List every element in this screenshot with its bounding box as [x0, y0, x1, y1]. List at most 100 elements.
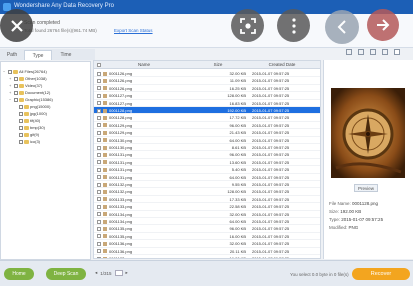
row-checkbox[interactable]	[97, 175, 101, 180]
table-row[interactable]: 0001134.png 64.00 KB 2015-01-07 09:57:25	[94, 218, 320, 226]
table-row[interactable]: 0001132.png 9.55 KB 2015-01-07 09:57:25	[94, 181, 320, 189]
row-checkbox[interactable]	[97, 182, 101, 187]
next-page-icon[interactable]: ▸	[126, 270, 128, 276]
recover-button[interactable]: Recover	[352, 268, 410, 280]
table-row[interactable]: 0001129.png 96.00 KB 2015-01-07 09:57:25	[94, 122, 320, 130]
row-checkbox[interactable]	[97, 256, 101, 258]
table-row[interactable]: 0001134.png 32.00 KB 2015-01-07 09:57:25	[94, 211, 320, 218]
row-checkbox[interactable]	[97, 249, 101, 254]
row-checkbox[interactable]	[97, 167, 101, 172]
next-image-button[interactable]	[367, 9, 399, 41]
table-row[interactable]: 0001133.png 17.33 KB 2015-01-07 09:57:25	[94, 196, 320, 204]
checkbox[interactable]	[14, 83, 18, 88]
table-row[interactable]: 0001133.png 22.58 KB 2015-01-07 09:57:25	[94, 203, 320, 211]
table-row[interactable]: 0001130.png 64.00 KB 2015-01-07 09:57:25	[94, 137, 320, 144]
row-checkbox[interactable]	[97, 108, 101, 113]
grid-view-icon[interactable]	[370, 49, 376, 55]
table-row[interactable]: 0001129.png 21.43 KB 2015-01-07 09:57:25	[94, 129, 320, 137]
table-row[interactable]: 0001136.png 20.11 KB 2015-01-07 09:57:25	[94, 248, 320, 255]
checkbox[interactable]	[19, 104, 23, 109]
row-checkbox[interactable]	[97, 226, 101, 231]
tree-node[interactable]: png(15000)	[19, 104, 50, 109]
close-overlay-button[interactable]	[0, 9, 33, 42]
row-checkbox[interactable]	[97, 241, 101, 246]
row-checkbox[interactable]	[97, 138, 101, 143]
tree-node[interactable]: − Graphic(15386)	[9, 97, 53, 102]
checkbox[interactable]	[14, 76, 18, 81]
row-checkbox[interactable]	[97, 115, 101, 120]
table-row[interactable]: 0001131.png 13.60 KB 2015-01-07 09:57:25	[94, 159, 320, 167]
checkbox[interactable]	[19, 118, 23, 123]
checkbox[interactable]	[8, 69, 12, 74]
more-options-button[interactable]	[277, 9, 310, 42]
row-checkbox[interactable]	[97, 212, 101, 217]
column-header-size[interactable]: Size	[190, 62, 246, 67]
tree-node[interactable]: + Other(1038)	[9, 76, 47, 81]
table-row[interactable]: 0001128.png 17.72 KB 2015-01-07 09:57:25	[94, 114, 320, 122]
row-checkbox[interactable]	[97, 86, 101, 91]
row-checkbox[interactable]	[97, 234, 101, 239]
table-row[interactable]: 0001137.png 16.00 KB 2015-01-07 09:57:25	[94, 255, 320, 258]
deep-scan-button[interactable]: Deep Scan	[46, 268, 86, 280]
previous-image-button[interactable]	[325, 10, 359, 44]
table-row[interactable]: 0001127.png 128.00 KB 2015-01-07 09:57:25	[94, 92, 320, 100]
tree-node[interactable]: + Video(37)	[9, 83, 42, 88]
column-header-date[interactable]: Created Date	[252, 62, 312, 67]
row-checkbox[interactable]	[97, 71, 101, 76]
checkbox[interactable]	[19, 111, 23, 116]
collapse-icon[interactable]: −	[3, 69, 7, 74]
page-input[interactable]	[114, 270, 123, 276]
row-checkbox[interactable]	[97, 204, 101, 209]
column-header-name[interactable]: Name	[114, 62, 174, 67]
tree-node[interactable]: gif(9)	[19, 132, 39, 137]
row-checkbox[interactable]	[97, 160, 101, 165]
row-checkbox[interactable]	[97, 189, 101, 194]
table-row[interactable]: 0001131.png 64.00 KB 2015-01-07 09:57:25	[94, 174, 320, 181]
checkbox[interactable]	[14, 90, 18, 95]
checkbox[interactable]	[19, 125, 23, 130]
expand-icon[interactable]: +	[9, 83, 13, 88]
export-scan-status-link[interactable]: Export Scan Status	[114, 28, 153, 33]
row-checkbox[interactable]	[97, 93, 101, 98]
table-row[interactable]: 0001126.png 16.25 KB 2015-01-07 09:57:25	[94, 85, 320, 93]
collapse-icon[interactable]: −	[9, 97, 13, 102]
tab-path[interactable]: Path	[2, 50, 22, 60]
checkbox[interactable]	[14, 97, 18, 102]
expand-icon[interactable]: +	[9, 76, 13, 81]
row-checkbox[interactable]	[97, 123, 101, 128]
tree-node[interactable]: − All Files(26764)	[3, 69, 47, 74]
table-row[interactable]: 0001135.png 96.00 KB 2015-01-07 09:57:25	[94, 225, 320, 233]
expand-icon[interactable]: +	[9, 90, 13, 95]
table-row[interactable]: 0001126.png 11.09 KB 2015-01-07 09:57:25	[94, 77, 320, 85]
tree-node[interactable]: + Document(12)	[9, 90, 50, 95]
detail-view-icon[interactable]	[382, 49, 388, 55]
checkbox[interactable]	[19, 132, 23, 137]
table-row[interactable]: 0001126.png 32.00 KB 2015-01-07 09:57:25	[94, 70, 320, 78]
table-row[interactable]: 0001135.png 16.00 KB 2015-01-07 09:57:25	[94, 233, 320, 241]
checkbox[interactable]	[19, 139, 23, 144]
row-checkbox[interactable]	[97, 130, 101, 135]
row-checkbox[interactable]	[97, 152, 101, 157]
tree-node[interactable]: bmp(30)	[19, 125, 45, 130]
row-checkbox[interactable]	[97, 101, 101, 106]
row-checkbox[interactable]	[97, 197, 101, 202]
prev-page-icon[interactable]: ◂	[95, 270, 97, 276]
tree-node[interactable]: jpg(1000)	[19, 111, 47, 116]
table-row[interactable]: 0001136.png 32.00 KB 2015-01-07 09:57:25	[94, 240, 320, 248]
select-all-checkbox[interactable]	[97, 62, 101, 67]
lens-overlay-button[interactable]	[231, 9, 264, 42]
tree-node[interactable]: tif(40)	[19, 118, 40, 123]
row-checkbox[interactable]	[97, 78, 101, 83]
table-row[interactable]: 0001130.png 8.61 KB 2015-01-07 09:57:25	[94, 144, 320, 152]
tab-time[interactable]: Time	[54, 50, 78, 60]
table-row[interactable]: 0001132.png 128.00 KB 2015-01-07 09:57:25	[94, 188, 320, 196]
home-button[interactable]: Home	[4, 268, 34, 280]
tree-node[interactable]: ico(3)	[19, 139, 40, 144]
tab-type[interactable]: Type	[24, 50, 52, 60]
thumbnail-view-icon[interactable]	[394, 49, 400, 55]
table-row[interactable]: 0001127.png 16.83 KB 2015-01-07 09:57:25	[94, 100, 320, 107]
zoom-icon[interactable]	[346, 49, 352, 55]
row-checkbox[interactable]	[97, 219, 101, 224]
table-row[interactable]: 0001131.png 5.40 KB 2015-01-07 09:57:25	[94, 166, 320, 174]
list-view-icon[interactable]	[358, 49, 364, 55]
